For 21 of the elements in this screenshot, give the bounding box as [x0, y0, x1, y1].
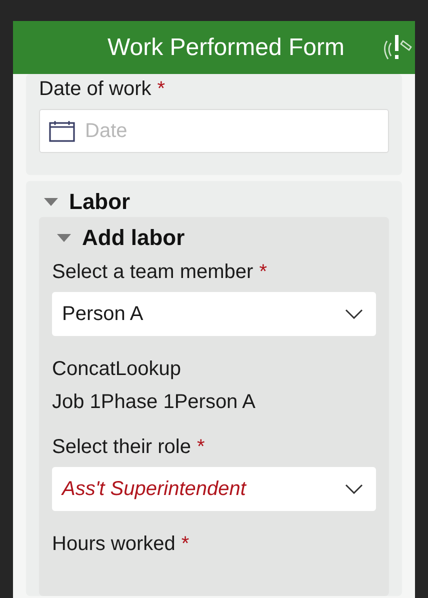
required-mark: *: [181, 533, 190, 556]
chevron-down-icon: [345, 484, 363, 494]
field-label: ConcatLookup: [52, 358, 182, 381]
chevron-down-icon: [345, 309, 363, 319]
dropdown-field[interactable]: Ass't Superintendent: [52, 467, 376, 511]
required-mark: *: [259, 261, 267, 284]
caret-icon[interactable]: [43, 197, 59, 207]
group-title[interactable]: Labor: [69, 189, 130, 215]
caret-icon[interactable]: [56, 233, 72, 243]
form-title: Work Performed Form: [108, 34, 344, 62]
date-field[interactable]: Date: [39, 109, 389, 153]
field-label: Date of work: [39, 78, 152, 101]
required-mark: *: [196, 436, 205, 459]
field-label: Select their role: [52, 436, 191, 459]
required-mark: *: [157, 78, 166, 101]
field-value: Job 1Phase 1Person A: [52, 391, 256, 414]
dropdown-field[interactable]: Person A: [52, 292, 376, 336]
field-label: Select a team member: [52, 261, 254, 284]
field-label: Hours worked: [52, 533, 176, 556]
subgroup-title[interactable]: Add labor: [82, 225, 185, 251]
calendar-icon: [49, 120, 75, 142]
